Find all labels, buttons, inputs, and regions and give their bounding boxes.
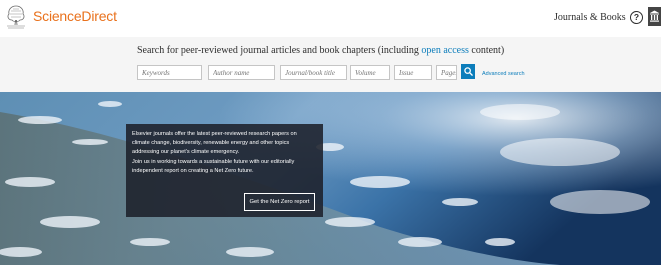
issue-input[interactable]	[394, 65, 432, 80]
search-button[interactable]	[461, 64, 475, 79]
earth-from-space-image	[0, 92, 661, 265]
brand-name: ScienceDirect	[33, 8, 117, 24]
elsevier-tree-logo	[5, 3, 27, 29]
pages-input[interactable]	[436, 65, 457, 80]
open-access-link[interactable]: open access	[421, 45, 468, 56]
help-icon[interactable]: ?	[630, 11, 643, 24]
author-name-input[interactable]	[208, 65, 275, 80]
promo-text-line: climate change, biodiversity, renewable …	[132, 140, 290, 147]
search-icon	[463, 67, 473, 76]
net-zero-promo-box: Elsevier journals offer the latest peer-…	[126, 124, 323, 217]
search-intro-text: Search for peer-reviewed journal article…	[137, 45, 422, 56]
keywords-input[interactable]	[137, 65, 202, 80]
institution-icon[interactable]	[648, 7, 661, 26]
top-header: ScienceDirect Journals & Books ?	[0, 0, 661, 37]
net-zero-report-button[interactable]: Get the Net Zero report	[244, 193, 315, 211]
advanced-search-link[interactable]: Advanced search	[482, 71, 525, 77]
journal-title-input[interactable]	[280, 65, 347, 80]
promo-text-line: independent report on creating a Net Zer…	[132, 167, 254, 174]
volume-input[interactable]	[350, 65, 390, 80]
promo-text-line: addressing our planet's climate emergenc…	[132, 149, 240, 156]
search-band: Search for peer-reviewed journal article…	[0, 37, 661, 92]
promo-text-line: Elsevier journals offer the latest peer-…	[132, 131, 297, 137]
search-intro: Search for peer-reviewed journal article…	[137, 45, 504, 56]
promo-text-line: Join us in working towards a sustainable…	[132, 158, 295, 165]
home-logo-link[interactable]: ScienceDirect	[5, 3, 117, 29]
hero-banner: Elsevier journals offer the latest peer-…	[0, 92, 661, 265]
search-intro-text-end: content)	[468, 45, 505, 56]
journals-books-link[interactable]: Journals & Books	[554, 12, 626, 23]
